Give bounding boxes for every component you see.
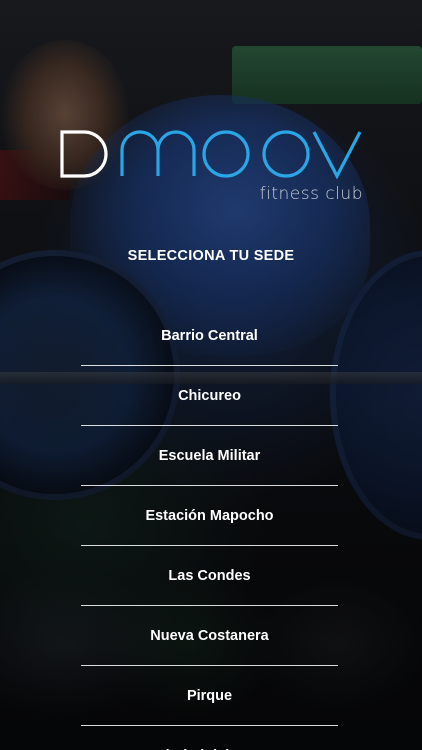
sede-item-pirque[interactable]: Pirque [81,666,338,726]
background-weight-plate-right [330,250,422,540]
page-title: SELECCIONA TU SEDE [127,248,295,264]
app-screen: fitness club SELECCIONA TU SEDE Barrio C… [0,0,422,750]
sede-item-escuela-militar[interactable]: Escuela Militar [81,426,338,486]
brand-logo: fitness club [58,128,363,208]
sede-item-chicureo[interactable]: Chicureo [81,366,338,426]
dmoov-logo-icon [60,130,362,180]
sede-item-ciudad-del-este[interactable]: Ciudad del Este [81,726,338,750]
background-photo [232,46,422,104]
sede-item-estacion-mapocho[interactable]: Estación Mapocho [81,486,338,546]
sede-item-las-condes[interactable]: Las Condes [81,546,338,606]
sede-list: Barrio Central Chicureo Escuela Militar … [81,306,338,750]
sede-item-nueva-costanera[interactable]: Nueva Costanera [81,606,338,666]
brand-tagline: fitness club [259,184,363,204]
sede-item-barrio-central[interactable]: Barrio Central [81,306,338,366]
